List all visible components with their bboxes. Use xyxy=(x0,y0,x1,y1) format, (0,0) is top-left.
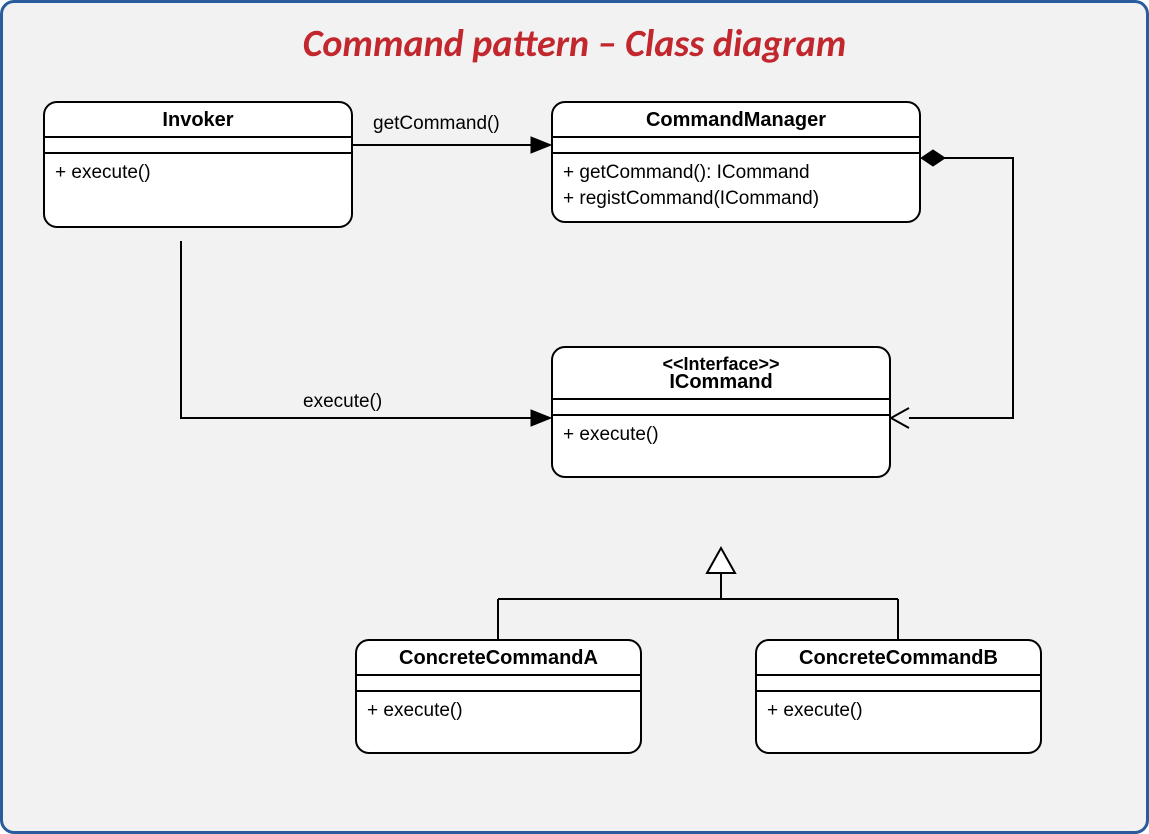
class-command-manager-methods: + getCommand(): ICommand + registCommand… xyxy=(553,154,919,221)
class-icommand-methods: + execute() xyxy=(553,416,889,476)
diagram-title: Command pattern – Class diagram xyxy=(3,21,1146,67)
label-execute: execute() xyxy=(303,391,382,413)
class-concrete-a-attrs xyxy=(357,676,640,692)
class-concrete-a: ConcreteCommandA + execute() xyxy=(355,639,642,754)
class-invoker-attrs xyxy=(45,138,351,154)
class-concrete-a-name: ConcreteCommandA xyxy=(357,641,640,676)
class-concrete-b-name: ConcreteCommandB xyxy=(757,641,1040,676)
class-concrete-b: ConcreteCommandB + execute() xyxy=(755,639,1042,754)
arrowhead-manager-to-icommand xyxy=(891,408,909,428)
class-concrete-b-methods: + execute() xyxy=(757,692,1040,752)
class-command-manager-attrs xyxy=(553,138,919,154)
edge-manager-to-icommand xyxy=(909,158,1013,418)
class-icommand-name: ICommand xyxy=(553,371,889,400)
class-concrete-a-method-0: + execute() xyxy=(367,698,630,724)
class-invoker-method-0: + execute() xyxy=(55,160,341,186)
label-getcommand: getCommand() xyxy=(373,113,500,135)
class-invoker: Invoker + execute() xyxy=(43,101,353,228)
class-concrete-b-attrs xyxy=(757,676,1040,692)
arrowhead-invoker-to-manager xyxy=(531,137,551,153)
arrowhead-generalization xyxy=(707,548,735,573)
arrowhead-invoker-to-icommand xyxy=(531,410,551,426)
class-command-manager-name: CommandManager xyxy=(553,103,919,138)
class-command-manager-method-0: + getCommand(): ICommand xyxy=(563,160,909,186)
class-icommand-attrs xyxy=(553,400,889,416)
diamond-manager-composition xyxy=(921,150,945,166)
diagram-frame: Command pattern – Class diagram Invoker … xyxy=(0,0,1149,834)
class-concrete-a-methods: + execute() xyxy=(357,692,640,752)
class-concrete-b-method-0: + execute() xyxy=(767,698,1030,724)
class-icommand-method-0: + execute() xyxy=(563,422,879,448)
class-invoker-name: Invoker xyxy=(45,103,351,138)
class-icommand: <<Interface>> ICommand + execute() xyxy=(551,346,891,478)
class-invoker-methods: + execute() xyxy=(45,154,351,226)
class-command-manager: CommandManager + getCommand(): ICommand … xyxy=(551,101,921,223)
class-command-manager-method-1: + registCommand(ICommand) xyxy=(563,186,909,212)
